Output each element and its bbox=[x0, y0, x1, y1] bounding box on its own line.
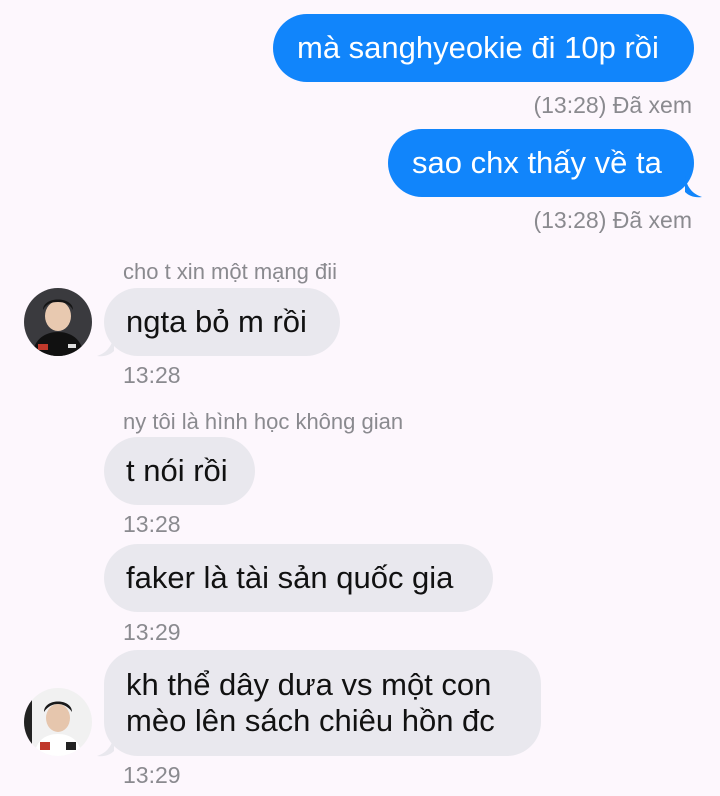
sender-nickname: ny tôi là hình học không gian bbox=[123, 409, 404, 434]
message-text-line: mèo lên sách chiêu hồn đc bbox=[126, 703, 495, 738]
seen-status: (13:28) Đã xem bbox=[533, 92, 692, 118]
message-text-line: kh thể dây dưa vs một con bbox=[126, 667, 492, 702]
message-text: t nói rồi bbox=[126, 453, 228, 488]
message-text: sao chx thấy về ta bbox=[412, 145, 662, 180]
incoming-message[interactable]: t nói rồi bbox=[104, 437, 255, 505]
message-text: mà sanghyeokie đi 10p rồi bbox=[297, 30, 659, 65]
message-time: 13:29 bbox=[123, 762, 181, 788]
chat-thread[interactable]: mà sanghyeokie đi 10p rồi (13:28) Đã xem… bbox=[0, 0, 720, 796]
bubble-tail-icon bbox=[97, 335, 114, 357]
bubble-tail-icon bbox=[97, 735, 114, 757]
bubble-tail-icon bbox=[685, 176, 702, 198]
incoming-message[interactable]: kh thể dây dưa vs một con mèo lên sách c… bbox=[104, 650, 541, 756]
avatar[interactable] bbox=[24, 288, 92, 356]
avatar-photo-icon bbox=[24, 688, 92, 756]
incoming-message[interactable]: ngta bỏ m rồi bbox=[104, 288, 340, 356]
outgoing-message[interactable]: sao chx thấy về ta bbox=[388, 129, 694, 197]
seen-status: (13:28) Đã xem bbox=[533, 207, 692, 233]
message-time: 13:28 bbox=[123, 511, 181, 537]
message-text: faker là tài sản quốc gia bbox=[126, 560, 454, 595]
message-time: 13:29 bbox=[123, 619, 181, 645]
outgoing-message[interactable]: mà sanghyeokie đi 10p rồi bbox=[273, 14, 694, 82]
message-time: 13:28 bbox=[123, 362, 181, 388]
incoming-message[interactable]: faker là tài sản quốc gia bbox=[104, 544, 493, 612]
avatar-photo-icon bbox=[24, 288, 92, 356]
avatar[interactable] bbox=[24, 688, 92, 756]
sender-nickname: cho t xin một mạng đii bbox=[123, 259, 337, 284]
message-text: ngta bỏ m rồi bbox=[126, 304, 307, 339]
